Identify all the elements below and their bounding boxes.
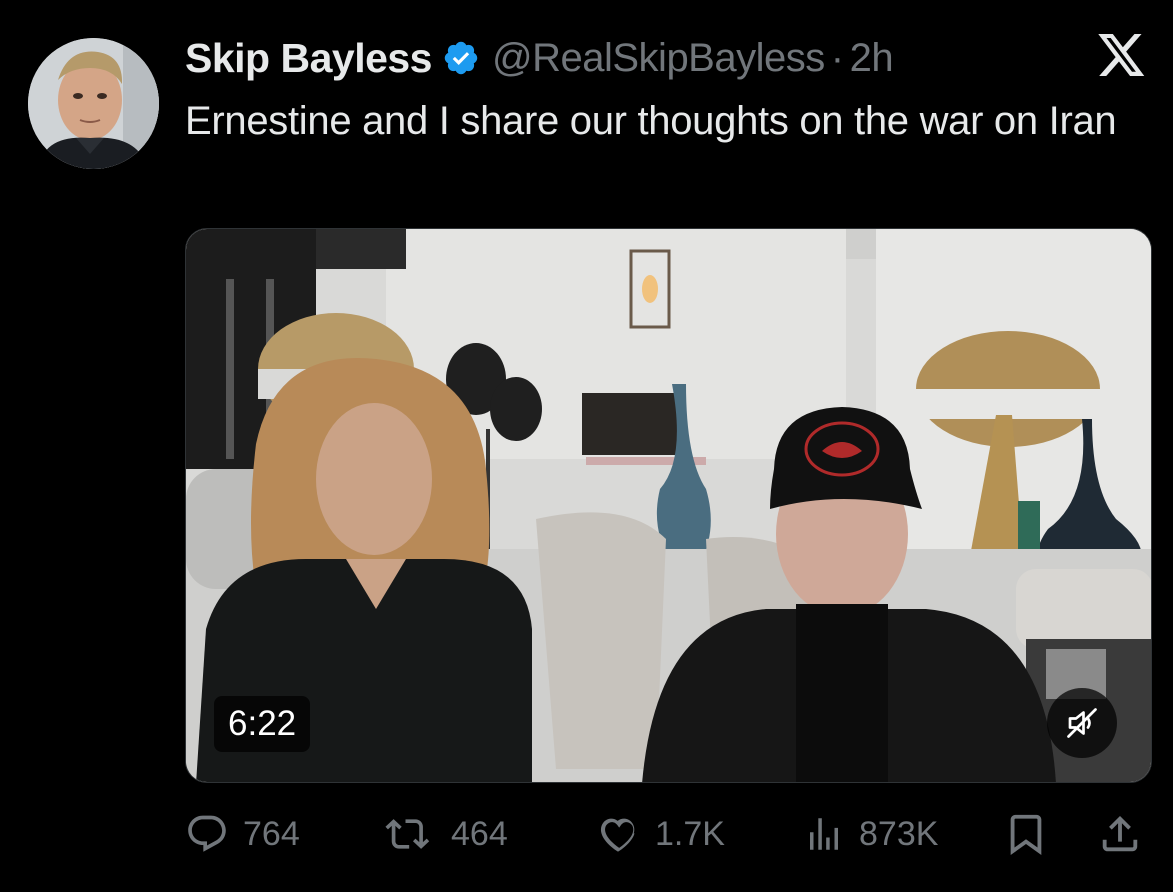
views-button[interactable]: 873K [803,806,938,862]
timestamp[interactable]: 2h [850,36,894,81]
display-name[interactable]: Skip Bayless [185,35,433,82]
avatar-photo [28,38,159,169]
repost-count: 464 [451,814,508,853]
like-button[interactable]: 1.7K [595,806,725,862]
tweet-text: Ernestine and I share our thoughts on th… [185,99,1117,143]
action-bar: 764 464 1.7K 873K [185,806,1152,862]
repost-button[interactable]: 464 [385,806,508,862]
video-player[interactable]: 6:22 [185,228,1152,783]
video-duration: 6:22 [214,696,311,752]
repost-icon [385,819,430,849]
avatar[interactable] [28,38,159,169]
handle[interactable]: @RealSkipBayless [492,36,825,81]
bookmark-icon [1010,814,1042,855]
tweet: Skip Bayless @RealSkipBayless · 2h Ernes… [0,0,1173,892]
views-count: 873K [859,814,939,853]
share-button[interactable] [1097,806,1157,862]
separator-dot: · [830,35,844,80]
mute-button[interactable] [1047,688,1117,758]
verified-badge-icon[interactable] [442,39,480,77]
mute-icon [1067,708,1097,738]
reply-button[interactable]: 764 [185,806,300,862]
reply-count: 764 [243,814,300,853]
tweet-header: Skip Bayless @RealSkipBayless · 2h [185,32,894,84]
bookmark-button[interactable] [1003,806,1063,862]
reply-icon [188,815,226,852]
video-frame [186,229,1151,782]
like-count: 1.7K [655,814,725,853]
like-icon [600,818,635,852]
share-icon [1102,815,1138,852]
views-icon [810,818,838,850]
x-logo-icon[interactable] [1098,34,1146,80]
